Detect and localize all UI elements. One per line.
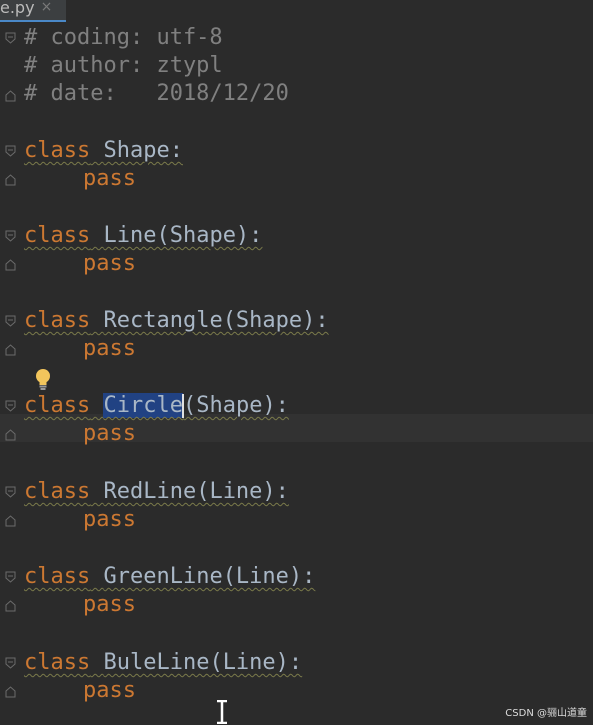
pass-line: pass [83, 592, 136, 617]
pass-line: pass [83, 678, 136, 703]
fold-marker-icon[interactable] [5, 515, 16, 527]
fold-marker-icon[interactable] [5, 429, 16, 441]
tab-file[interactable]: e.py × [0, 0, 66, 22]
fold-marker-icon[interactable] [5, 486, 16, 498]
fold-marker-icon[interactable] [5, 571, 16, 583]
class-rectangle-line: class Rectangle(Shape): [24, 308, 329, 333]
fold-marker-icon[interactable] [5, 600, 16, 612]
lightbulb-icon[interactable] [34, 368, 52, 392]
class-line-line: class Line(Shape): [24, 223, 263, 248]
close-icon[interactable]: × [41, 0, 53, 15]
fold-marker-icon[interactable] [5, 145, 16, 157]
watermark: CSDN @骊山道童 [505, 708, 587, 719]
pass-line: pass [83, 336, 136, 361]
fold-marker-icon[interactable] [5, 32, 16, 44]
class-greenline-line: class GreenLine(Line): [24, 564, 316, 589]
fold-marker-icon[interactable] [5, 657, 16, 669]
fold-marker-icon[interactable] [5, 315, 16, 327]
class-redline-line: class RedLine(Line): [24, 479, 289, 504]
class-circle-line: class Circle(Shape): [24, 393, 289, 418]
pass-line: pass [83, 166, 136, 191]
tab-filename: e.py [0, 0, 35, 17]
pass-line: pass [83, 251, 136, 276]
pass-line: pass [83, 421, 136, 446]
fold-marker-icon[interactable] [5, 230, 16, 242]
tab-bar: e.py × [0, 0, 593, 22]
class-buleline-line: class BuleLine(Line): [24, 650, 303, 675]
code-line-1: # coding: utf-8 [24, 25, 223, 50]
fold-marker-icon[interactable] [5, 400, 16, 412]
text-cursor-icon [217, 700, 227, 724]
code-line-2: # author: ztypl [24, 53, 223, 78]
class-shape-line: class Shape: [24, 138, 183, 163]
fold-marker-icon[interactable] [5, 344, 16, 356]
selected-identifier: Circle [103, 393, 183, 418]
fold-marker-icon[interactable] [5, 259, 16, 271]
fold-marker-icon[interactable] [5, 686, 16, 698]
pass-line: pass [83, 507, 136, 532]
code-line-3: # date: 2018/12/20 [24, 81, 289, 106]
fold-marker-icon[interactable] [5, 174, 16, 186]
code-editor[interactable]: # coding: utf-8 # author: ztypl # date: … [0, 22, 593, 725]
fold-marker-icon[interactable] [5, 90, 16, 102]
